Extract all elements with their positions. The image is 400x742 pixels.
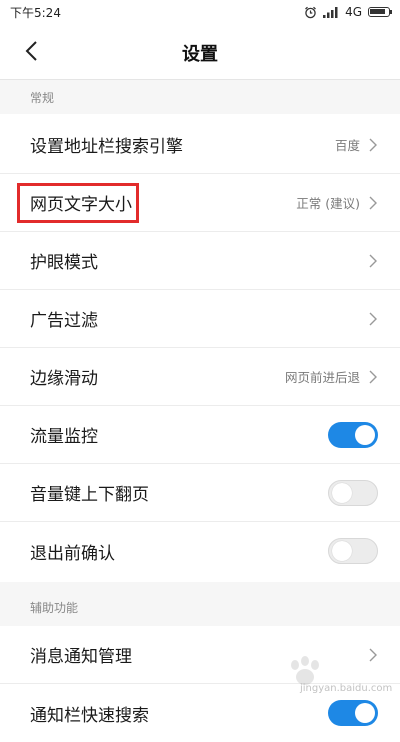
row-value: 百度 <box>334 138 360 153</box>
row-label: 网页文字大小 <box>30 195 132 215</box>
row-label: 护眼模式 <box>30 253 98 273</box>
section-header-accessibility: 辅助功能 <box>0 592 400 626</box>
network-label: 4G <box>345 5 362 19</box>
row-traffic-monitor: 流量监控 <box>0 406 400 464</box>
alarm-icon <box>305 6 316 18</box>
toggle-knob <box>332 541 352 561</box>
row-label: 边缘滑动 <box>30 369 98 389</box>
page-title: 设置 <box>182 44 218 65</box>
row-label: 退出前确认 <box>30 543 115 564</box>
traffic-monitor-toggle[interactable] <box>328 421 378 448</box>
row-label: 广告过滤 <box>30 311 98 331</box>
chevron-right-icon <box>369 370 377 383</box>
row-ad-filter[interactable]: 广告过滤 <box>0 290 400 348</box>
battery-icon <box>368 7 392 17</box>
section-header-general: 常规 <box>0 80 400 114</box>
toggle-knob <box>332 482 352 503</box>
row-volume-key-paging: 音量键上下翻页 <box>0 464 400 522</box>
section-divider <box>0 582 400 592</box>
exit-confirm-toggle[interactable] <box>328 538 378 564</box>
row-edge-swipe[interactable]: 边缘滑动 网页前进后退 <box>0 348 400 406</box>
row-font-size[interactable]: 网页文字大小 正常 (建议) <box>0 174 400 232</box>
battery-fill <box>370 9 386 14</box>
signal-icon <box>323 6 338 18</box>
toggle-knob <box>355 703 375 723</box>
status-bar: 下午5:24 4G <box>0 0 400 24</box>
app-header: 设置 <box>0 24 400 80</box>
row-label: 消息通知管理 <box>30 647 132 667</box>
watermark-text: jingyan.baidu.com <box>300 683 393 694</box>
chevron-right-icon <box>369 312 377 325</box>
volume-key-paging-toggle[interactable] <box>328 479 378 506</box>
row-label: 流量监控 <box>30 427 98 447</box>
row-label: 通知栏快速搜索 <box>30 705 149 726</box>
row-value: 网页前进后退 <box>284 370 360 385</box>
status-time: 下午5:24 <box>10 5 61 20</box>
chevron-right-icon <box>369 648 377 661</box>
row-eye-protection[interactable]: 护眼模式 <box>0 232 400 290</box>
chevron-right-icon <box>369 138 377 151</box>
row-label: 音量键上下翻页 <box>30 485 149 505</box>
row-search-engine[interactable]: 设置地址栏搜索引擎 百度 <box>0 116 400 174</box>
row-exit-confirm: 退出前确认 <box>0 522 400 580</box>
toggle-knob <box>355 424 375 445</box>
row-label: 设置地址栏搜索引擎 <box>30 137 183 157</box>
row-value: 正常 (建议) <box>296 196 360 211</box>
notification-search-toggle[interactable] <box>328 700 378 726</box>
chevron-right-icon <box>369 254 377 267</box>
row-notification-manage[interactable]: 消息通知管理 <box>0 626 400 684</box>
chevron-right-icon <box>369 196 377 209</box>
status-icons: 4G <box>304 5 392 19</box>
